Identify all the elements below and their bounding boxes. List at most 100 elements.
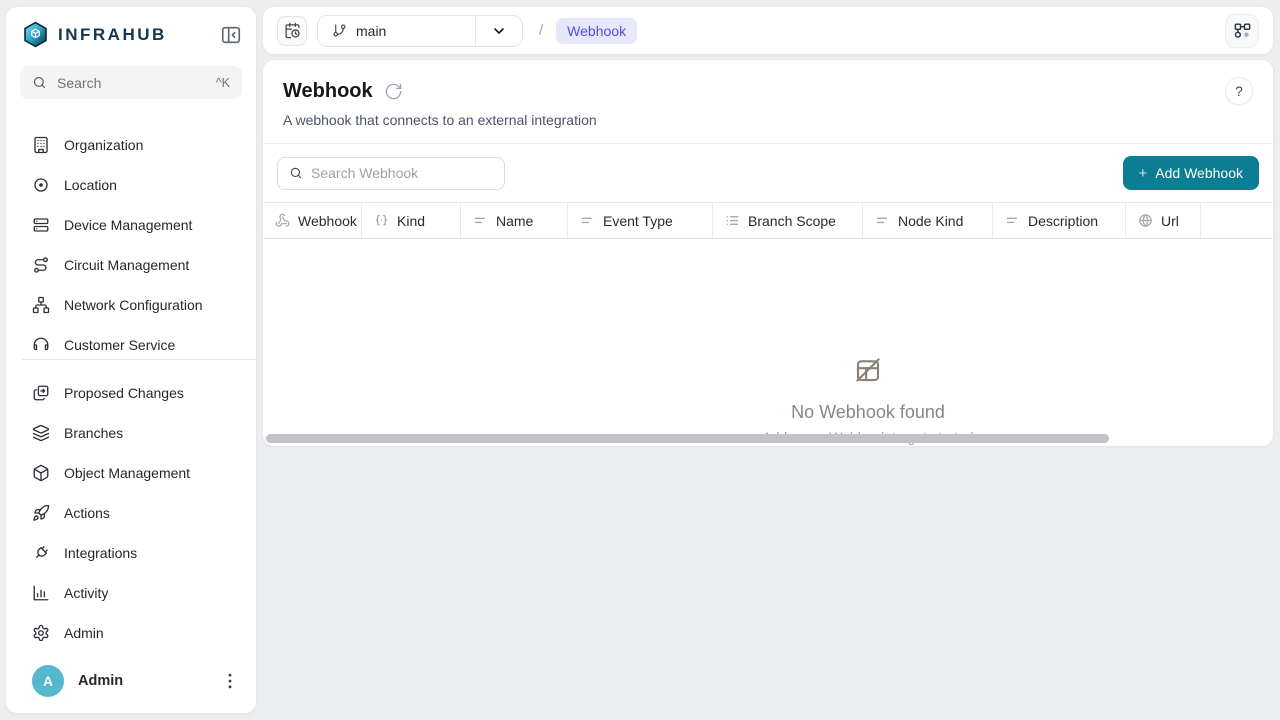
- branch-selector-toggle[interactable]: [475, 16, 522, 46]
- refresh-icon[interactable]: [384, 82, 403, 101]
- add-webhook-label: Add Webhook: [1155, 165, 1243, 181]
- column-header-webhook[interactable]: Webhook: [263, 203, 362, 238]
- calendar-clock-icon: [284, 22, 301, 39]
- sidebar-collapse-icon[interactable]: [220, 24, 242, 46]
- sidebar-group-0: Organization Location Device Management Cir…: [6, 125, 256, 359]
- locate-icon: [32, 176, 50, 194]
- avatar: A: [32, 665, 64, 697]
- sidebar-nav: Organization Location Device Management Cir…: [6, 99, 256, 653]
- column-header-label: Kind: [397, 213, 425, 229]
- sidebar-item-proposed-changes[interactable]: Proposed Changes: [6, 373, 256, 413]
- app-name: INFRAHUB: [58, 25, 167, 45]
- column-header-node-kind[interactable]: Node Kind: [863, 203, 993, 238]
- chart-icon: [32, 584, 50, 602]
- headset-icon: [32, 336, 50, 354]
- sidebar-item-actions[interactable]: Actions: [6, 493, 256, 533]
- sidebar-item-activity[interactable]: Activity: [6, 573, 256, 613]
- gear-icon: [32, 624, 50, 642]
- webhook-icon: [275, 213, 290, 228]
- breadcrumb-separator: /: [539, 22, 543, 39]
- webhook-search-field[interactable]: [277, 157, 505, 190]
- page-subtitle: A webhook that connects to an external i…: [283, 112, 1253, 143]
- page-header: Webhook ? A webhook that connects to an …: [263, 60, 1273, 143]
- column-header-label: Event Type: [603, 213, 673, 229]
- sidebar-item-label: Organization: [64, 137, 143, 153]
- sidebar-header: INFRAHUB: [6, 7, 256, 48]
- plus-icon: +: [1139, 165, 1148, 182]
- column-header-filler: [1201, 203, 1273, 238]
- search-shortcut: ^K: [216, 76, 230, 90]
- sidebar: INFRAHUB Search ^K Organization Location D…: [5, 6, 257, 714]
- column-header-label: Url: [1161, 213, 1179, 229]
- webhook-search-input[interactable]: [311, 165, 493, 181]
- search-icon: [289, 166, 303, 180]
- sidebar-item-label: Branches: [64, 425, 123, 441]
- column-header-description[interactable]: Description: [993, 203, 1126, 238]
- user-name: Admin: [78, 673, 206, 689]
- sidebar-item-label: Object Management: [64, 465, 190, 481]
- globe-icon: [1138, 213, 1153, 228]
- column-header-label: Branch Scope: [748, 213, 836, 229]
- sidebar-item-device-management[interactable]: Device Management: [6, 205, 256, 245]
- branch-selector-current[interactable]: main: [318, 16, 475, 46]
- empty-state: No Webhook found Add some Webhook to get…: [698, 355, 1038, 445]
- braces-icon: [374, 213, 389, 228]
- column-header-label: Name: [496, 213, 533, 229]
- horizontal-scrollbar-thumb[interactable]: [266, 434, 1109, 443]
- sidebar-item-branches[interactable]: Branches: [6, 413, 256, 453]
- table-toolbar: + Add Webhook: [263, 144, 1273, 202]
- column-header-event-type[interactable]: Event Type: [568, 203, 713, 238]
- sidebar-item-customer-service[interactable]: Customer Service: [6, 325, 256, 359]
- workflow-icon: [1233, 21, 1252, 40]
- column-header-kind[interactable]: Kind: [362, 203, 461, 238]
- sidebar-item-network-configuration[interactable]: Network Configuration: [6, 285, 256, 325]
- sidebar-item-admin[interactable]: Admin: [6, 613, 256, 653]
- sidebar-search[interactable]: Search ^K: [20, 66, 242, 99]
- sidebar-item-label: Proposed Changes: [64, 385, 184, 401]
- column-header-name[interactable]: Name: [461, 203, 568, 238]
- layers-icon: [32, 424, 50, 442]
- kebab-menu-icon[interactable]: [220, 671, 240, 691]
- topbar: main / Webhook: [262, 6, 1274, 55]
- time-travel-button[interactable]: [277, 16, 307, 46]
- sidebar-group-1: Proposed Changes Branches Object Managemen…: [6, 360, 256, 653]
- add-webhook-button[interactable]: + Add Webhook: [1123, 156, 1259, 190]
- page-title: Webhook: [283, 80, 373, 103]
- sidebar-item-label: Location: [64, 177, 117, 193]
- chevron-down-icon: [491, 23, 507, 39]
- building-icon: [32, 136, 50, 154]
- sidebar-item-label: Integrations: [64, 545, 137, 561]
- network-icon: [32, 296, 50, 314]
- sidebar-item-organization[interactable]: Organization: [6, 125, 256, 165]
- table-header-row: Webhook Kind Name Event Type Branch Scope Nod…: [263, 202, 1273, 239]
- sidebar-item-label: Device Management: [64, 217, 192, 233]
- text-icon: [1005, 213, 1020, 228]
- server-icon: [32, 216, 50, 234]
- sidebar-item-label: Admin: [64, 625, 104, 641]
- column-header-label: Description: [1028, 213, 1098, 229]
- sidebar-item-circuit-management[interactable]: Circuit Management: [6, 245, 256, 285]
- sidebar-item-object-management[interactable]: Object Management: [6, 453, 256, 493]
- sidebar-item-location[interactable]: Location: [6, 165, 256, 205]
- git-branch-icon: [332, 23, 347, 38]
- branch-name: main: [356, 23, 386, 39]
- help-label: ?: [1235, 84, 1243, 99]
- user-menu[interactable]: A Admin: [6, 653, 256, 713]
- column-header-url[interactable]: Url: [1126, 203, 1201, 238]
- sidebar-item-label: Customer Service: [64, 337, 175, 353]
- box-icon: [32, 464, 50, 482]
- sidebar-item-integrations[interactable]: Integrations: [6, 533, 256, 573]
- app-logo[interactable]: INFRAHUB: [22, 21, 220, 48]
- sidebar-item-label: Actions: [64, 505, 110, 521]
- breadcrumb-current[interactable]: Webhook: [556, 18, 637, 44]
- column-header-branch-scope[interactable]: Branch Scope: [713, 203, 863, 238]
- sidebar-item-label: Circuit Management: [64, 257, 189, 273]
- sidebar-item-label: Network Configuration: [64, 297, 203, 313]
- schema-visualizer-button[interactable]: [1225, 14, 1259, 48]
- help-button[interactable]: ?: [1225, 77, 1253, 105]
- plug-icon: [32, 544, 50, 562]
- search-icon: [32, 75, 47, 90]
- main-content: Webhook ? A webhook that connects to an …: [262, 59, 1274, 447]
- text-icon: [875, 213, 890, 228]
- branch-selector[interactable]: main: [317, 15, 523, 47]
